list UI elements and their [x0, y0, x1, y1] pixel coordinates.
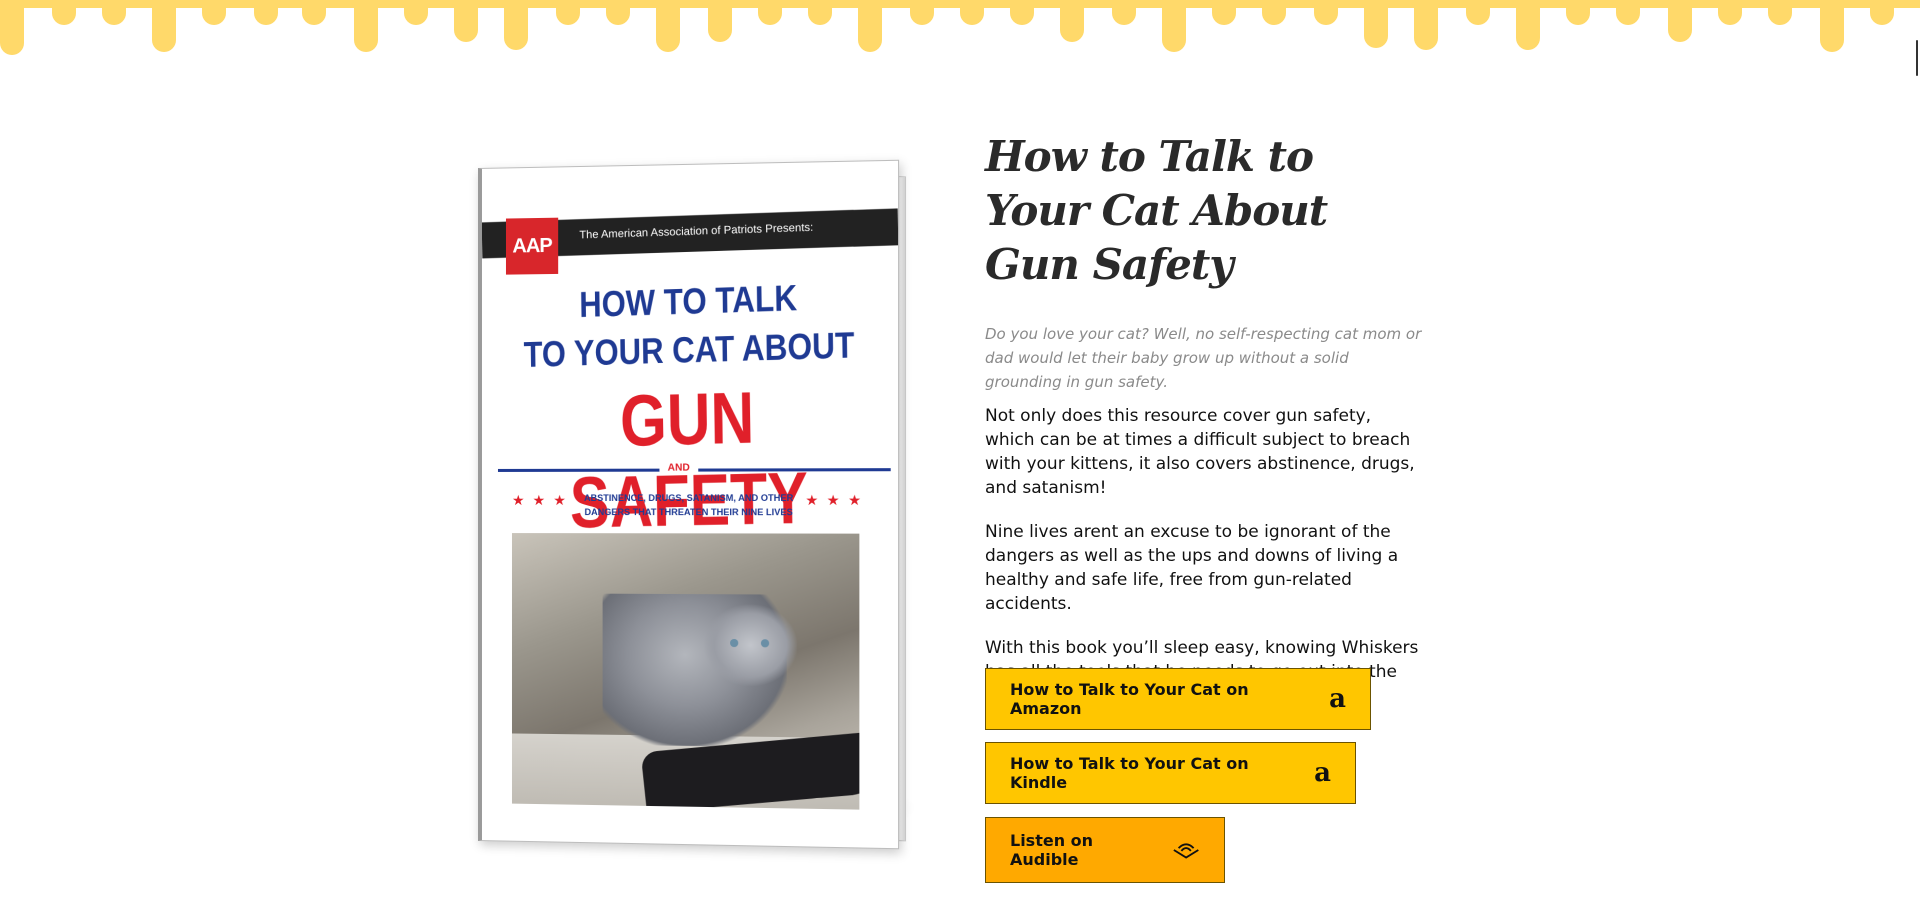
cover-stars-right: ★★★	[805, 492, 870, 510]
drip	[1466, 0, 1490, 25]
paragraph-1: Not only does this resource cover gun sa…	[985, 406, 1415, 498]
kitten-eye-left	[730, 638, 739, 648]
cover-and: AND	[667, 462, 690, 474]
cover-title-line2: TO YOUR CAT ABOUT	[523, 323, 855, 375]
aap-logo: AAP	[505, 217, 559, 275]
drip	[1262, 0, 1286, 25]
drip	[910, 0, 934, 25]
cover-subtitle: ABSTINENCE, DRUGS, SATANISM, AND OTHER D…	[583, 492, 794, 518]
drip	[1718, 0, 1742, 25]
drip	[858, 0, 882, 52]
drip	[102, 0, 126, 25]
drip	[960, 0, 984, 25]
audible-button[interactable]: Listen on Audible	[985, 817, 1225, 883]
drip	[656, 0, 680, 52]
drip	[0, 0, 24, 55]
amazon-icon: a	[1329, 684, 1346, 714]
kitten-face	[704, 604, 798, 687]
book-cover: AAP The American Association of Patriots…	[478, 159, 900, 850]
cover-stars-left: ★★★	[511, 492, 574, 510]
drip	[1314, 0, 1338, 25]
drip	[1212, 0, 1236, 25]
drip	[808, 0, 832, 25]
drip	[556, 0, 580, 25]
drip	[302, 0, 326, 25]
drip	[758, 0, 782, 25]
amazon-button[interactable]: How to Talk to Your Cat on Amazon a	[985, 668, 1371, 730]
drip	[1414, 0, 1438, 50]
drip-border	[0, 0, 1920, 60]
kitten-eye-right	[760, 639, 770, 648]
drip	[1768, 0, 1792, 25]
cover-rule-right	[698, 468, 891, 472]
drip	[404, 0, 428, 25]
kindle-button[interactable]: How to Talk to Your Cat on Kindle a	[985, 742, 1356, 804]
drip	[254, 0, 278, 25]
drip	[1566, 0, 1590, 25]
drip	[454, 0, 478, 42]
book-description: How to Talk to Your Cat About Gun Safety…	[985, 130, 1425, 708]
scrollbar[interactable]	[1916, 40, 1918, 76]
drip	[708, 0, 732, 42]
drip	[1820, 0, 1844, 52]
drip	[354, 0, 378, 52]
drip	[1516, 0, 1540, 50]
amazon-icon: a	[1314, 758, 1331, 788]
cover-rule-left	[497, 468, 660, 472]
kitten-photo	[511, 533, 860, 810]
drip	[52, 0, 76, 25]
drip	[1668, 0, 1692, 42]
drip	[1112, 0, 1136, 25]
drip	[1060, 0, 1084, 42]
lead-paragraph: Do you love your cat? Well, no self-resp…	[985, 325, 1422, 391]
amazon-button-label: How to Talk to Your Cat on Amazon	[1010, 680, 1249, 718]
drip	[152, 0, 176, 52]
aap-logo-text: AAP	[512, 234, 552, 258]
drip	[1162, 0, 1186, 52]
drip	[1010, 0, 1034, 25]
book-cover-image: AAP The American Association of Patriots…	[478, 159, 918, 850]
drip	[202, 0, 226, 25]
kindle-button-label: How to Talk to Your Cat on Kindle	[1010, 754, 1249, 792]
drip	[1616, 0, 1640, 25]
drip	[1870, 0, 1894, 25]
drip	[1364, 0, 1388, 48]
paragraph-2: Nine lives arent an excuse to be ignoran…	[985, 522, 1399, 614]
drip	[504, 0, 528, 50]
cover-title-line1: HOW TO TALK	[579, 276, 798, 326]
drip	[606, 0, 630, 25]
audible-button-label: Listen on Audible	[1010, 831, 1094, 869]
audible-icon	[1173, 843, 1199, 859]
page-title: How to Talk to Your Cat About Gun Safety	[985, 132, 1328, 289]
